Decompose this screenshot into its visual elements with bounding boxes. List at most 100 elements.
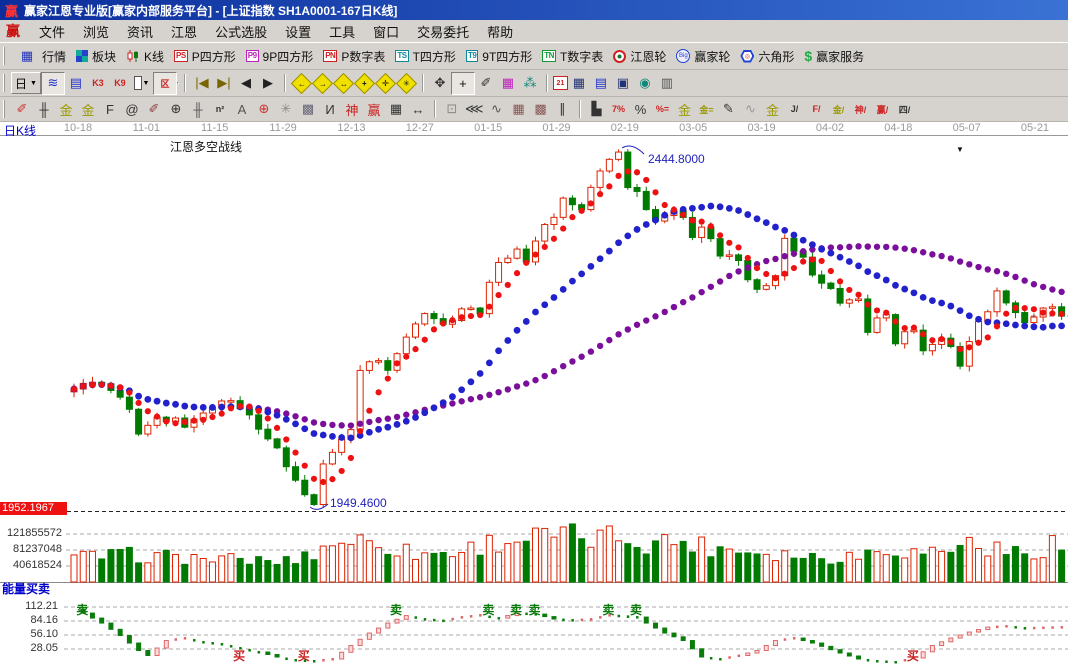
tool-gold-circle-button[interactable]: 金 — [674, 99, 696, 120]
tool-gold-button[interactable]: 金 — [762, 99, 784, 120]
k3-view-button[interactable]: K3 — [87, 73, 109, 94]
menu-item-8[interactable]: 交易委托 — [408, 22, 478, 41]
draw-grid4-button[interactable]: ▩ — [530, 99, 552, 120]
tool-shen-angle-button[interactable]: 神/ — [850, 99, 872, 120]
draw-gold-grid1-button[interactable]: 金 — [55, 99, 77, 120]
group-tool-button[interactable]: ⁂ — [519, 73, 541, 94]
period-selector-button[interactable]: 日 ▼ — [11, 72, 41, 94]
draw-dense-grid-button[interactable]: ▦ — [385, 99, 407, 120]
tool-gold-angle-button[interactable]: 金/ — [828, 99, 850, 120]
draw-grid3-button[interactable]: ▦ — [508, 99, 530, 120]
tool-j-angle-button[interactable]: J/ — [784, 99, 806, 120]
tool-pct-line-button[interactable]: %= — [652, 99, 674, 120]
draw-star-grid-button[interactable]: ✳ — [275, 99, 297, 120]
tool-7pct-button[interactable]: 7% — [608, 99, 630, 120]
indicator-pane[interactable]: 卖卖卖卖卖卖卖买买买 — [0, 584, 1068, 672]
winner-wheel-button[interactable]: Big 赢家轮 — [671, 44, 735, 68]
main-chart-pane[interactable] — [0, 136, 1068, 512]
p-square-button[interactable]: PS P四方形 — [169, 44, 241, 68]
draw-fan-button[interactable]: ⋘ — [463, 99, 486, 120]
draw-wave-button[interactable]: ∿ — [486, 99, 508, 120]
p-number-button[interactable]: PN P数字表 — [318, 44, 390, 68]
draw-n-mark-button[interactable]: И — [319, 99, 341, 120]
pattern-tool-button[interactable]: ▦ — [497, 73, 519, 94]
menu-item-6[interactable]: 工具 — [320, 22, 364, 41]
draw-box-grid-button[interactable]: ▩ — [297, 99, 319, 120]
tool-pct-button[interactable]: % — [630, 99, 652, 120]
trend-chart-button[interactable]: ≋ — [40, 71, 65, 95]
diamond-right-button[interactable]: → — [311, 72, 334, 94]
diamond-cross-button[interactable]: ✛ — [374, 72, 397, 94]
t-square-icon: TS — [395, 50, 409, 62]
diamond-left-button[interactable]: ← — [290, 72, 313, 94]
diamond-star-button[interactable]: ✳ — [395, 72, 418, 94]
draw-f-grid-button[interactable]: F — [99, 99, 121, 120]
trough-annotation: 1949.4600 — [330, 496, 387, 510]
go-first-button[interactable]: |◀ — [191, 73, 213, 94]
tool-gold-lines-button[interactable]: 金= — [696, 99, 718, 120]
menu-item-4[interactable]: 公式选股 — [206, 22, 276, 41]
crosshair-tool-button[interactable]: + — [450, 71, 475, 95]
tool-si-angle-button[interactable]: 四/ — [894, 99, 916, 120]
info-panel-button[interactable]: ▤ — [65, 73, 87, 94]
draw-pen2-button[interactable]: ✐ — [143, 99, 165, 120]
draw-n2-button[interactable]: n² — [209, 99, 231, 120]
tool-av-button[interactable]: ∿ — [740, 99, 762, 120]
go-last-button[interactable]: ▶| — [213, 73, 235, 94]
draw-shen-button[interactable]: 神 — [341, 99, 363, 120]
flag-tool-button[interactable] — [176, 82, 179, 84]
candle-style-button[interactable]: ▼ — [131, 73, 153, 94]
menu-item-7[interactable]: 窗口 — [364, 22, 408, 41]
draw-parallel-button[interactable]: ∥ — [552, 99, 574, 120]
draw-target-button[interactable]: ⊕ — [253, 99, 275, 120]
draw-a-line-button[interactable]: A — [231, 99, 253, 120]
quotes-button[interactable]: ▦ 行情 — [11, 44, 71, 68]
lasso-tool-button[interactable]: ✐ — [475, 73, 497, 94]
draw-ying-button[interactable]: 赢 — [363, 99, 385, 120]
draw-box-tool-button[interactable]: ⊡ — [441, 99, 463, 120]
calendar-button[interactable]: 21 — [552, 76, 568, 90]
tool-bar-chart-button[interactable]: ▙ — [586, 99, 608, 120]
export-button[interactable]: ◉ — [634, 73, 656, 94]
print-button[interactable]: ▥ — [656, 73, 678, 94]
9t-square-button[interactable]: T9 9T四方形 — [461, 44, 537, 68]
menu-item-5[interactable]: 设置 — [276, 22, 320, 41]
gann-wheel-button[interactable]: 江恩轮 — [608, 44, 671, 68]
draw-circle-cross-button[interactable]: ⊕ — [165, 99, 187, 120]
draw-ruler-button[interactable]: ╫ — [33, 99, 55, 120]
zone-tool-button[interactable]: 区 — [152, 71, 177, 95]
hexagon-button[interactable]: ◎ 六角形 — [735, 44, 799, 68]
draw-ruler2-button[interactable]: ╫ — [187, 99, 209, 120]
save-button[interactable]: ▣ — [612, 73, 634, 94]
9p-square-button[interactable]: P9 9P四方形 — [241, 44, 318, 68]
hand-tool-button[interactable]: ✥ — [429, 73, 451, 94]
diamond-expand-button[interactable]: ↔ — [332, 72, 355, 94]
notepad-button[interactable]: ▤ — [590, 73, 612, 94]
draw-spiral-button[interactable]: @ — [121, 99, 143, 120]
draw-pen-button[interactable]: ✐ — [11, 99, 33, 120]
diamond-plus-button[interactable]: + — [353, 72, 376, 94]
k9-view-button[interactable]: K9 — [109, 73, 131, 94]
menu-item-9[interactable]: 帮助 — [478, 22, 522, 41]
menu-item-3[interactable]: 江恩 — [162, 22, 206, 41]
sectors-button[interactable]: 板块 — [71, 44, 121, 68]
draw-h-arrow-button[interactable]: ↔ — [407, 99, 429, 120]
tool-ying-angle-button[interactable]: 赢/ — [872, 99, 894, 120]
kline-button[interactable]: K线 — [121, 44, 169, 68]
tool-pen3-button[interactable]: ✎ — [718, 99, 740, 120]
dropdown-arrow-icon[interactable]: ▼ — [956, 145, 964, 154]
calculator-button[interactable]: ▦ — [568, 73, 590, 94]
t-square-button[interactable]: TS T四方形 — [390, 44, 461, 68]
t-number-label: T数字表 — [559, 49, 604, 64]
sectors-label: 板块 — [92, 49, 117, 64]
tool-f-angle-button[interactable]: F/ — [806, 99, 828, 120]
prev-button[interactable]: ◀ — [235, 73, 257, 94]
next-button[interactable]: ▶ — [257, 73, 279, 94]
winner-service-button[interactable]: $ 赢家服务 — [799, 44, 869, 68]
volume-pane[interactable] — [0, 512, 1068, 584]
menu-item-2[interactable]: 资讯 — [118, 22, 162, 41]
menu-item-1[interactable]: 浏览 — [74, 22, 118, 41]
t-number-button[interactable]: TN T数字表 — [537, 44, 608, 68]
draw-gold-grid2-button[interactable]: 金 — [77, 99, 99, 120]
menu-item-0[interactable]: 文件 — [30, 22, 74, 41]
